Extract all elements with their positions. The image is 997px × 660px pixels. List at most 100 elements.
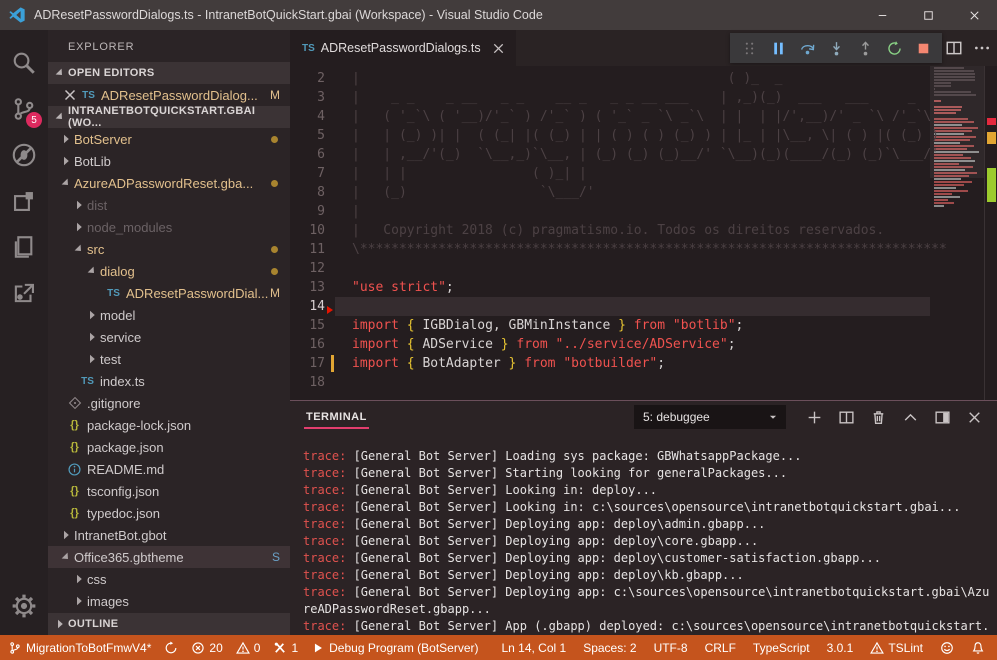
code-line-15[interactable]: 15import { IGBDialog, GBMinInstance } fr… (290, 316, 930, 335)
line-number[interactable]: 7 (290, 164, 325, 183)
source-control-icon[interactable]: 5 (0, 86, 48, 132)
terminal-output[interactable]: trace: [General Bot Server] Loading sys … (290, 433, 997, 635)
kill-terminal-icon[interactable] (870, 409, 887, 426)
restart-icon[interactable] (883, 37, 905, 59)
close-panel-icon[interactable] (966, 409, 983, 426)
share-icon[interactable] (0, 270, 48, 316)
status-errors[interactable]: 20 (191, 641, 222, 655)
tree-item-typedoc-json[interactable]: {}typedoc.json (48, 502, 290, 524)
stop-icon[interactable] (912, 37, 934, 59)
pause-icon[interactable] (767, 37, 789, 59)
code-line-11[interactable]: 11\*************************************… (290, 240, 930, 259)
new-terminal-icon[interactable] (806, 409, 823, 426)
line-number[interactable]: 4 (290, 107, 325, 126)
line-number[interactable]: 13 (290, 278, 325, 297)
status-tslint-status[interactable]: TSLint (870, 641, 923, 655)
status-typescript-version[interactable]: 3.0.1 (827, 641, 854, 655)
line-number[interactable]: 15 (290, 316, 325, 335)
status-tool-status[interactable]: 1 (273, 641, 298, 655)
status-git-branch[interactable]: MigrationToBotFmwV4* (8, 641, 151, 655)
line-number[interactable]: 3 (290, 88, 325, 107)
code-line-3[interactable]: 3| _ _ _ __ _ _ __ _ _ _ __ ___ | ,_)(_)… (290, 88, 930, 107)
code-line-17[interactable]: 17import { BotAdapter } from "botbuilder… (290, 354, 930, 373)
line-number[interactable]: 14 (290, 297, 325, 316)
tree-item-test[interactable]: test (48, 348, 290, 370)
tree-item-intranetbot-gbot[interactable]: IntranetBot.gbot (48, 524, 290, 546)
terminal-selector[interactable]: 5: debuggee (634, 405, 786, 429)
close-button[interactable] (951, 0, 997, 30)
code-line-13[interactable]: 13"use strict"; (290, 278, 930, 297)
status-notifications[interactable] (971, 641, 985, 655)
tree-item-src[interactable]: src (48, 238, 290, 260)
line-number[interactable]: 16 (290, 335, 325, 354)
line-number[interactable]: 9 (290, 202, 325, 221)
line-number[interactable]: 5 (290, 126, 325, 145)
tree-item-azureadpasswordreset-gba[interactable]: AzureADPasswordReset.gba... (48, 172, 290, 194)
tree-item-office365-gbtheme[interactable]: Office365.gbthemeS (48, 546, 290, 568)
code-line-12[interactable]: 12 (290, 259, 930, 278)
search-icon[interactable] (0, 40, 48, 86)
status-encoding[interactable]: UTF-8 (654, 641, 688, 655)
extensions-icon[interactable] (0, 178, 48, 224)
tree-item-package-json[interactable]: {}package.json (48, 436, 290, 458)
tree-item-gitignore[interactable]: .gitignore (48, 392, 290, 414)
line-number[interactable]: 8 (290, 183, 325, 202)
tree-item-index-ts[interactable]: TSindex.ts (48, 370, 290, 392)
status-sync[interactable] (164, 641, 178, 655)
line-number[interactable]: 12 (290, 259, 325, 278)
overview-ruler[interactable] (984, 66, 997, 400)
step-over-icon[interactable] (796, 37, 818, 59)
line-number[interactable]: 11 (290, 240, 325, 259)
status-language-mode[interactable]: TypeScript (753, 641, 810, 655)
code-line-14[interactable]: 14 (290, 297, 930, 316)
tree-item-adresetpassworddial[interactable]: TSADResetPasswordDial...M (48, 282, 290, 304)
code-line-16[interactable]: 16import { ADService } from "../service/… (290, 335, 930, 354)
workspace-section-header[interactable]: INTRANETBOTQUICKSTART.GBAI (WO... (48, 106, 290, 128)
move-panel-icon[interactable] (934, 409, 951, 426)
tree-item-dist[interactable]: dist (48, 194, 290, 216)
outline-section-header[interactable]: OUTLINE (48, 613, 290, 635)
close-icon[interactable] (62, 87, 78, 103)
tree-item-readme-md[interactable]: README.md (48, 458, 290, 480)
open-editor-item[interactable]: TS ADResetPasswordDialog... M (48, 84, 290, 106)
code-line-4[interactable]: 4| ( '_`\ ( '__)/'_` ) /'_` ) ( '_` _ `\… (290, 107, 930, 126)
maximize-button[interactable] (905, 0, 951, 30)
code-editor[interactable]: 2| ( )_ _3| _ _ _ __ _ _ __ _ _ _ __ ___… (290, 66, 997, 400)
tab-terminal[interactable]: TERMINAL (304, 405, 369, 429)
tab-adresetpassworddialogs[interactable]: TS ADResetPasswordDialogs.ts (290, 30, 516, 66)
code-line-2[interactable]: 2| ( )_ _ (290, 69, 930, 88)
tree-item-dialog[interactable]: dialog (48, 260, 290, 282)
code-line-9[interactable]: 9| (290, 202, 930, 221)
settings-icon[interactable] (0, 583, 48, 629)
step-out-icon[interactable] (854, 37, 876, 59)
tree-item-css[interactable]: css (48, 568, 290, 590)
status-eol[interactable]: CRLF (705, 641, 736, 655)
tree-item-botserver[interactable]: BotServer (48, 128, 290, 150)
minimap[interactable] (930, 66, 984, 400)
code-line-18[interactable]: 18 (290, 373, 930, 392)
more-actions-icon[interactable] (973, 39, 991, 57)
tree-item-model[interactable]: model (48, 304, 290, 326)
code-line-10[interactable]: 10| Copyright 2018 (c) pragmatismo.io. T… (290, 221, 930, 240)
status-cursor-position[interactable]: Ln 14, Col 1 (501, 641, 566, 655)
split-terminal-icon[interactable] (838, 409, 855, 426)
documents-icon[interactable] (0, 224, 48, 270)
code-line-8[interactable]: 8| (_) `\___/' (290, 183, 930, 202)
status-warnings[interactable]: 0 (236, 641, 261, 655)
tree-item-tsconfig-json[interactable]: {}tsconfig.json (48, 480, 290, 502)
tree-item-botlib[interactable]: BotLib (48, 150, 290, 172)
line-number[interactable]: 17 (290, 354, 325, 373)
line-number[interactable]: 6 (290, 145, 325, 164)
close-tab-icon[interactable] (491, 41, 506, 56)
code-line-5[interactable]: 5| | (_) )| | ( (_| |( (_) | | ( ) ( ) (… (290, 126, 930, 145)
maximize-panel-icon[interactable] (902, 409, 919, 426)
tree-item-images[interactable]: images (48, 590, 290, 612)
tree-item-node-modules[interactable]: node_modules (48, 216, 290, 238)
code-line-7[interactable]: 7| | | ( )_| | (290, 164, 930, 183)
status-indentation[interactable]: Spaces: 2 (583, 641, 636, 655)
line-number[interactable]: 10 (290, 221, 325, 240)
tree-item-service[interactable]: service (48, 326, 290, 348)
minimize-button[interactable] (859, 0, 905, 30)
line-number[interactable]: 2 (290, 69, 325, 88)
status-debug-launch[interactable]: Debug Program (BotServer) (311, 641, 478, 655)
